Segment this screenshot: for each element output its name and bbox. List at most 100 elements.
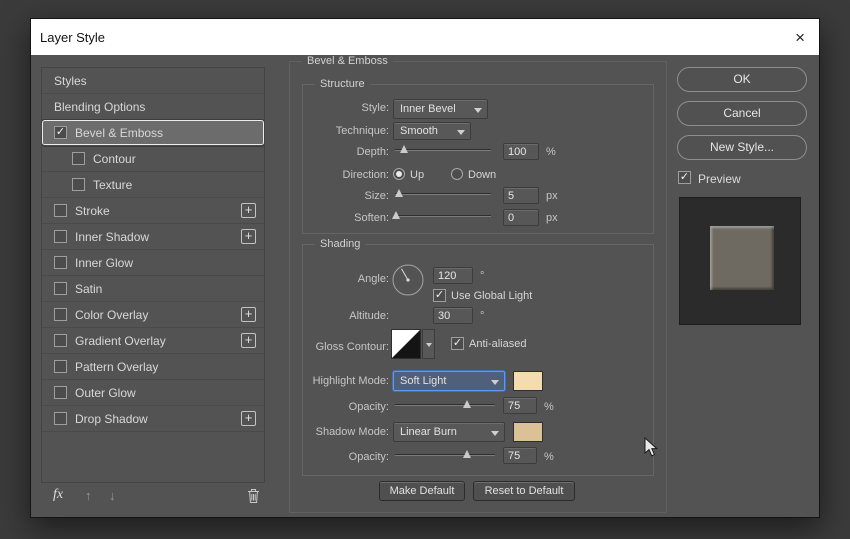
checkbox-unchecked[interactable] xyxy=(54,360,67,373)
anti-aliased-checkbox[interactable]: ✓ xyxy=(451,337,464,350)
check-icon: ✓ xyxy=(434,289,445,301)
shadow-mode-dropdown[interactable]: Linear Burn xyxy=(393,422,505,442)
sidebar-footer: fx ↑ ↓ xyxy=(41,487,265,507)
technique-dropdown[interactable]: Smooth xyxy=(393,122,471,140)
shadow-opacity-slider[interactable] xyxy=(395,447,495,461)
check-icon: ✓ xyxy=(452,337,463,349)
sidebar-item-inner-glow[interactable]: Inner Glow xyxy=(42,250,264,276)
depth-slider[interactable] xyxy=(395,142,491,156)
mouse-cursor xyxy=(644,436,659,463)
size-label: Size: xyxy=(364,190,389,202)
new-style-button[interactable]: New Style... xyxy=(677,135,807,160)
sidebar-item-outer-glow[interactable]: Outer Glow xyxy=(42,380,264,406)
checkbox-unchecked[interactable] xyxy=(54,282,67,295)
gloss-contour-picker[interactable] xyxy=(391,329,435,360)
checkbox-unchecked[interactable] xyxy=(72,178,85,191)
direction-up-radio[interactable] xyxy=(393,168,405,180)
shadow-opacity-input[interactable] xyxy=(503,447,537,464)
add-instance-icon[interactable]: + xyxy=(241,203,256,218)
close-icon[interactable]: × xyxy=(795,29,805,46)
slider-thumb[interactable] xyxy=(463,450,471,458)
highlight-color-swatch[interactable] xyxy=(513,371,543,391)
sidebar-item-inner-shadow[interactable]: Inner Shadow + xyxy=(42,224,264,250)
add-instance-icon[interactable]: + xyxy=(241,411,256,426)
checkbox-unchecked[interactable] xyxy=(54,256,67,269)
slider-thumb[interactable] xyxy=(399,145,408,153)
chevron-down-icon xyxy=(491,431,499,436)
sidebar-item-blending-options[interactable]: Blending Options xyxy=(42,94,264,120)
sidebar-item-gradient-overlay[interactable]: Gradient Overlay + xyxy=(42,328,264,354)
direction-down-label: Down xyxy=(468,169,497,181)
add-instance-icon[interactable]: + xyxy=(241,307,256,322)
reset-to-default-button[interactable]: Reset to Default xyxy=(473,481,575,501)
sidebar-item-contour[interactable]: Contour xyxy=(42,146,264,172)
sidebar-item-label: Contour xyxy=(93,151,136,166)
checkbox-unchecked[interactable] xyxy=(54,334,67,347)
direction-down-radio[interactable] xyxy=(451,168,463,180)
highlight-mode-dropdown[interactable]: Soft Light xyxy=(393,371,505,391)
checkbox-unchecked[interactable] xyxy=(54,204,67,217)
size-input[interactable] xyxy=(503,187,539,204)
cancel-button[interactable]: Cancel xyxy=(677,101,807,126)
sidebar-item-styles[interactable]: Styles xyxy=(42,68,264,94)
depth-label: Depth: xyxy=(356,146,389,158)
angle-unit: ° xyxy=(480,270,485,282)
contour-thumbnail[interactable] xyxy=(391,329,421,359)
ok-button[interactable]: OK xyxy=(677,67,807,92)
slider-thumb[interactable] xyxy=(394,189,403,197)
soften-slider[interactable] xyxy=(391,208,491,222)
slider-track xyxy=(395,193,491,195)
technique-value: Smooth xyxy=(400,125,438,137)
style-dropdown[interactable]: Inner Bevel xyxy=(393,99,488,119)
highlight-opacity-input[interactable] xyxy=(503,397,537,414)
depth-input[interactable] xyxy=(503,143,539,160)
sidebar-item-label: Stroke xyxy=(75,203,110,218)
sidebar-item-satin[interactable]: Satin xyxy=(42,276,264,302)
sidebar-item-label: Drop Shadow xyxy=(75,411,148,426)
slider-track xyxy=(395,404,495,406)
slider-thumb[interactable] xyxy=(463,400,471,408)
angle-input[interactable] xyxy=(433,267,473,284)
move-up-icon[interactable]: ↑ xyxy=(85,488,92,503)
checkbox-unchecked[interactable] xyxy=(54,230,67,243)
sidebar-item-drop-shadow[interactable]: Drop Shadow + xyxy=(42,406,264,432)
sidebar-item-stroke[interactable]: Stroke + xyxy=(42,198,264,224)
direction-up-label: Up xyxy=(410,169,425,181)
checkbox-unchecked[interactable] xyxy=(54,308,67,321)
size-slider[interactable] xyxy=(394,186,491,200)
delete-effect-icon[interactable] xyxy=(247,488,260,509)
shadow-color-swatch[interactable] xyxy=(513,422,543,442)
make-default-button[interactable]: Make Default xyxy=(379,481,465,501)
gloss-contour-label: Gloss Contour: xyxy=(315,341,389,353)
depth-unit: % xyxy=(546,146,556,158)
checkbox-unchecked[interactable] xyxy=(54,386,67,399)
highlight-opacity-slider[interactable] xyxy=(395,397,495,411)
altitude-input[interactable] xyxy=(433,307,473,324)
add-instance-icon[interactable]: + xyxy=(241,333,256,348)
sidebar-item-color-overlay[interactable]: Color Overlay + xyxy=(42,302,264,328)
sidebar-item-label: Color Overlay xyxy=(75,307,149,322)
title-bar: Layer Style × xyxy=(31,19,819,55)
checkbox-unchecked[interactable] xyxy=(54,412,67,425)
shading-legend: Shading xyxy=(315,238,366,250)
fx-icon[interactable]: fx xyxy=(53,487,63,503)
sidebar-item-bevel-emboss[interactable]: ✓ Bevel & Emboss xyxy=(42,120,264,146)
chevron-down-icon xyxy=(474,108,482,113)
checkbox-unchecked[interactable] xyxy=(72,152,85,165)
preview-checkbox[interactable]: ✓ xyxy=(678,171,691,184)
sidebar-item-label: Bevel & Emboss xyxy=(75,125,164,140)
contour-dropdown-button[interactable] xyxy=(422,329,435,359)
highlight-mode-value: Soft Light xyxy=(400,375,447,387)
use-global-light-checkbox[interactable]: ✓ xyxy=(433,289,446,302)
slider-thumb[interactable] xyxy=(391,211,400,219)
sidebar-item-pattern-overlay[interactable]: Pattern Overlay xyxy=(42,354,264,380)
sidebar-item-texture[interactable]: Texture xyxy=(42,172,264,198)
angle-dial[interactable] xyxy=(391,263,425,302)
checkbox-checked[interactable]: ✓ xyxy=(54,126,67,139)
add-instance-icon[interactable]: + xyxy=(241,229,256,244)
structure-legend: Structure xyxy=(315,78,370,90)
soften-input[interactable] xyxy=(503,209,539,226)
sidebar-item-label: Satin xyxy=(75,281,103,296)
sidebar-item-label: Outer Glow xyxy=(75,385,136,400)
move-down-icon[interactable]: ↓ xyxy=(109,488,116,503)
